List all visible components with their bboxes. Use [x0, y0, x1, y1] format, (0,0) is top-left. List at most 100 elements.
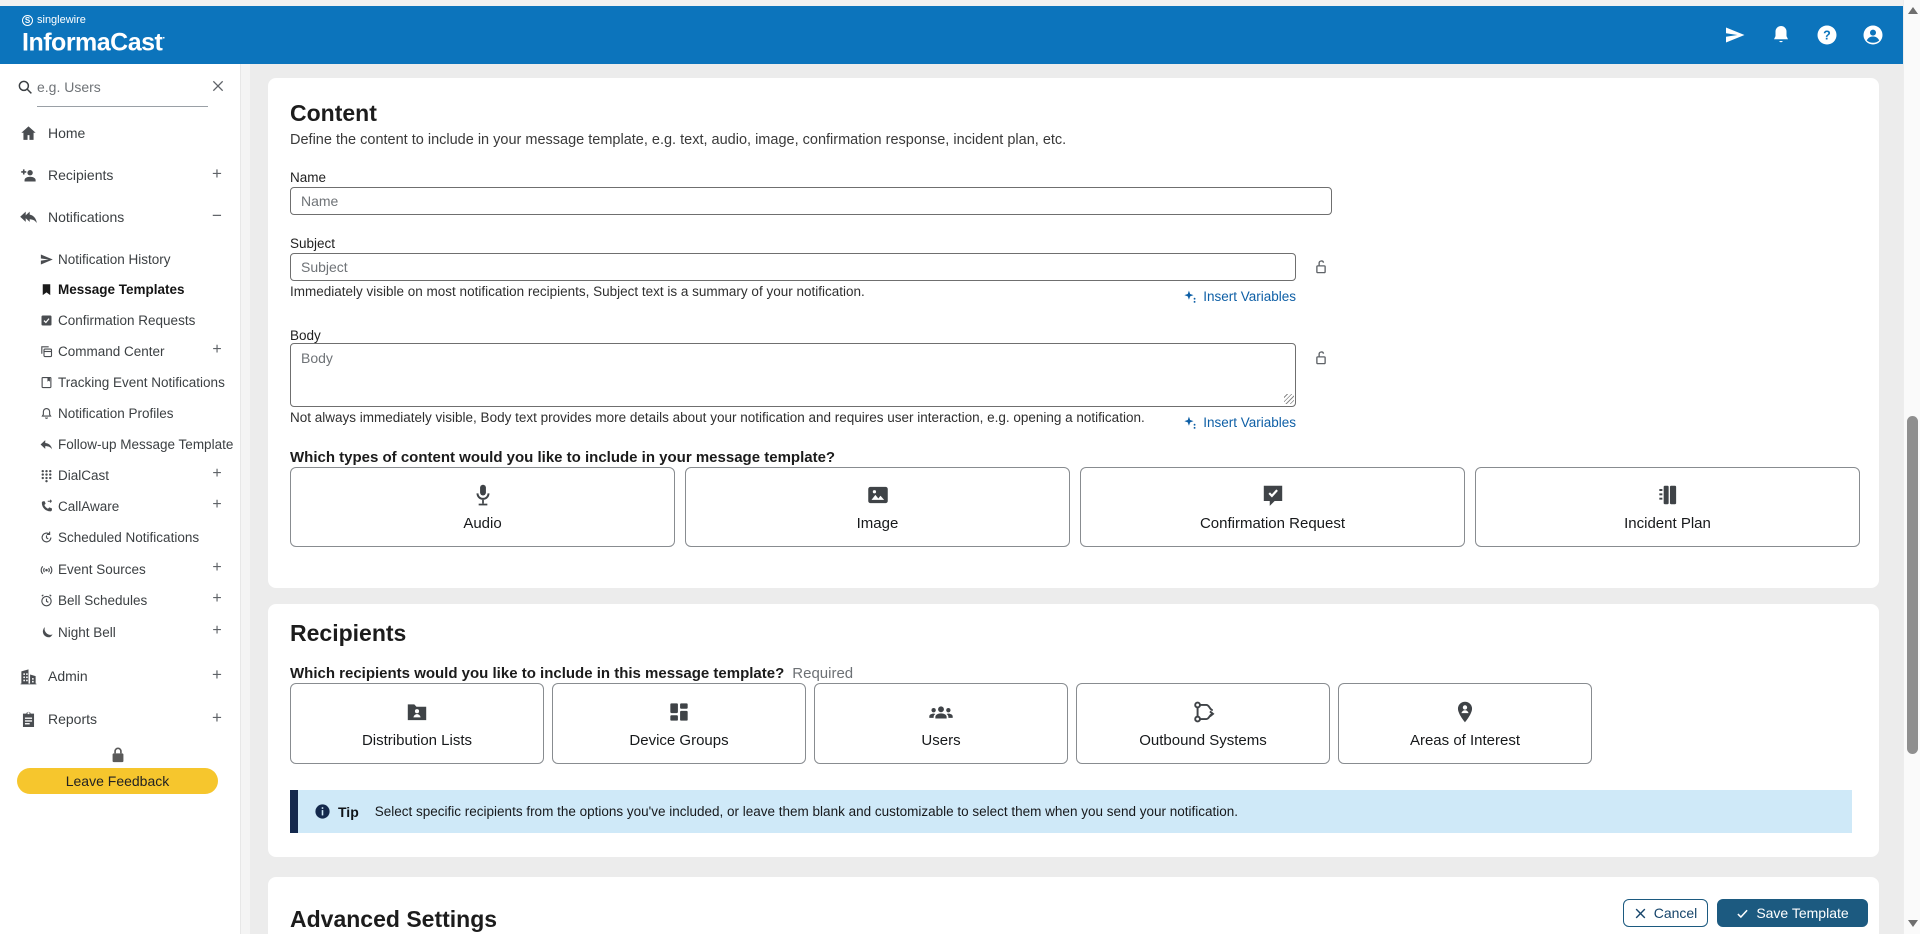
body-label: Body: [290, 328, 321, 343]
moon-icon: [39, 625, 54, 640]
sparkle-icon: [1183, 415, 1198, 430]
image-icon: [865, 482, 891, 508]
content-section: Content Define the content to include in…: [268, 78, 1879, 588]
sidebar-item-night-bell[interactable]: Night Bell +: [0, 623, 240, 643]
expand-plus-icon[interactable]: +: [208, 665, 226, 685]
bell-outline-icon: [39, 406, 54, 421]
sidebar-item-scheduled-notifications[interactable]: Scheduled Notifications: [0, 528, 240, 548]
sidebar-item-recipients[interactable]: Recipients +: [0, 163, 240, 187]
name-input[interactable]: [290, 187, 1332, 215]
users-card[interactable]: Users: [814, 683, 1068, 764]
expand-plus-icon[interactable]: +: [208, 708, 226, 728]
sidebar-scrollbar[interactable]: [240, 64, 250, 934]
scroll-up-arrow[interactable]: [1908, 7, 1918, 14]
expand-plus-icon[interactable]: +: [208, 590, 226, 608]
sidebar-item-notification-profiles[interactable]: Notification Profiles: [0, 404, 240, 424]
send-notification-icon[interactable]: [1723, 23, 1747, 47]
recipients-section: Recipients Which recipients would you li…: [268, 604, 1879, 857]
sidebar-search: [0, 76, 240, 100]
people-group-icon: [928, 699, 954, 725]
x-icon: [1634, 907, 1647, 920]
expand-plus-icon[interactable]: +: [208, 341, 226, 359]
advanced-settings-title: Advanced Settings: [290, 906, 497, 933]
image-card[interactable]: Image: [685, 467, 1070, 547]
brand-trademark: ·: [162, 33, 165, 44]
app-header: S singlewire InformaCast· ?: [0, 6, 1903, 64]
person-add-icon: [19, 166, 38, 185]
sidebar-item-home[interactable]: Home: [0, 121, 240, 145]
map-pin-person-icon: [1452, 699, 1478, 725]
audio-card[interactable]: Audio: [290, 467, 675, 547]
incident-plan-book-icon: [1655, 482, 1681, 508]
content-subtitle: Define the content to include in your me…: [290, 132, 1066, 148]
subject-label: Subject: [290, 236, 335, 251]
sidebar-item-follow-up-message-template[interactable]: Follow-up Message Template: [0, 435, 240, 455]
alarm-clock-icon: [39, 593, 54, 608]
content-title: Content: [290, 100, 377, 127]
task-check-icon: [39, 313, 54, 328]
incident-plan-card[interactable]: Incident Plan: [1475, 467, 1860, 547]
chat-check-icon: [1260, 482, 1286, 508]
resize-grip[interactable]: [1284, 394, 1294, 404]
notifications-bell-icon[interactable]: [1769, 23, 1793, 47]
insert-variables-link[interactable]: Insert Variables: [1183, 415, 1296, 430]
confirmation-request-card[interactable]: Confirmation Request: [1080, 467, 1465, 547]
insert-variables-link[interactable]: Insert Variables: [1183, 289, 1296, 304]
sidebar-item-notification-history[interactable]: Notification History: [0, 250, 240, 270]
sidebar-item-message-templates[interactable]: Message Templates: [0, 280, 240, 300]
sparkle-icon: [1183, 289, 1198, 304]
expand-plus-icon[interactable]: +: [208, 622, 226, 640]
recipients-title: Recipients: [290, 620, 406, 647]
unlock-icon[interactable]: [1312, 349, 1330, 367]
svg-text:?: ?: [1823, 28, 1831, 42]
sidebar-item-dialcast[interactable]: DialCast +: [0, 466, 240, 486]
body-textarea[interactable]: [290, 343, 1296, 407]
tracking-book-icon: [39, 375, 54, 390]
scroll-down-arrow[interactable]: [1908, 920, 1918, 927]
scrollbar-thumb[interactable]: [1907, 416, 1918, 754]
sidebar-item-notifications[interactable]: Notifications −: [0, 205, 240, 229]
areas-of-interest-card[interactable]: Areas of Interest: [1338, 683, 1592, 764]
save-template-button[interactable]: Save Template: [1717, 899, 1868, 927]
expand-plus-icon[interactable]: +: [208, 559, 226, 577]
informacast-logo[interactable]: S singlewire InformaCast·: [22, 14, 165, 55]
distribution-lists-card[interactable]: Distribution Lists: [290, 683, 544, 764]
sidebar-item-tracking-event-notifications[interactable]: Tracking Event Notifications: [0, 373, 240, 393]
search-clear-icon[interactable]: [210, 78, 226, 94]
subject-input[interactable]: [290, 253, 1296, 281]
page-scrollbar[interactable]: [1903, 0, 1920, 934]
help-icon[interactable]: ?: [1815, 23, 1839, 47]
outbound-systems-card[interactable]: Outbound Systems: [1076, 683, 1330, 764]
brand-informacast: InformaCast: [22, 28, 162, 56]
sidebar-item-bell-schedules[interactable]: Bell Schedules +: [0, 591, 240, 611]
sidebar-item-command-center[interactable]: Command Center +: [0, 342, 240, 362]
account-icon[interactable]: [1861, 23, 1885, 47]
body-help-text: Not always immediately visible, Body tex…: [290, 410, 1145, 425]
expand-plus-icon[interactable]: +: [208, 465, 226, 483]
sidebar-item-admin[interactable]: Admin +: [0, 664, 240, 688]
reply-icon: [39, 437, 54, 452]
cancel-button[interactable]: Cancel: [1623, 899, 1708, 927]
search-input[interactable]: [37, 76, 197, 98]
device-groups-card[interactable]: Device Groups: [552, 683, 806, 764]
expand-plus-icon[interactable]: +: [208, 164, 226, 184]
outbound-flow-icon: [1190, 699, 1216, 725]
clipboard-icon: [19, 710, 38, 729]
sidebar: Home Recipients + Notifications − Notifi…: [0, 64, 240, 934]
microphone-icon: [470, 482, 496, 508]
sidebar-item-reports[interactable]: Reports +: [0, 707, 240, 731]
command-center-icon: [39, 344, 54, 359]
expand-plus-icon[interactable]: +: [208, 496, 226, 514]
lock-icon: [108, 745, 128, 765]
folder-person-icon: [404, 699, 430, 725]
sidebar-item-callaware[interactable]: CallAware +: [0, 497, 240, 517]
leave-feedback-button[interactable]: Leave Feedback: [17, 768, 218, 794]
dashboard-grid-icon: [666, 699, 692, 725]
singlewire-logo-icon: S: [22, 15, 33, 26]
main-content: Content Define the content to include in…: [250, 64, 1903, 934]
bookmark-icon: [39, 282, 54, 297]
sidebar-item-event-sources[interactable]: Event Sources +: [0, 560, 240, 580]
sidebar-item-confirmation-requests[interactable]: Confirmation Requests: [0, 311, 240, 331]
unlock-icon[interactable]: [1312, 258, 1330, 276]
collapse-minus-icon[interactable]: −: [208, 206, 226, 226]
